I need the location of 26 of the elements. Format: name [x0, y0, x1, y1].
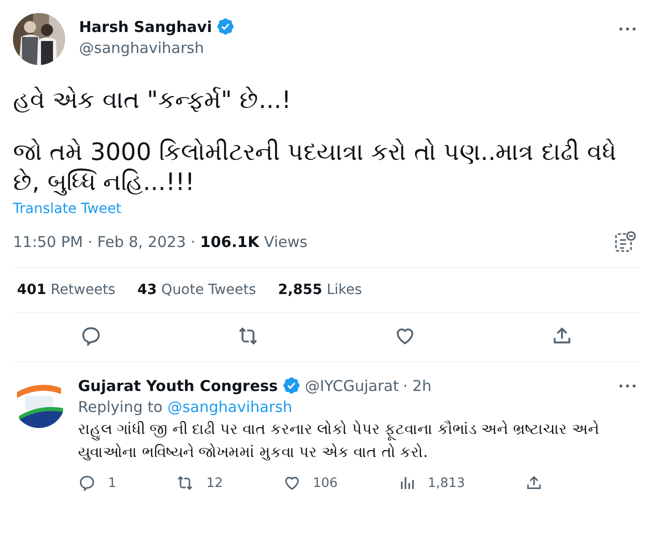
- engagement-count[interactable]: 2,855 Likes: [278, 282, 362, 298]
- retweet-icon[interactable]: [176, 474, 194, 492]
- author-handle[interactable]: @IYCGujarat: [304, 376, 399, 394]
- like-icon[interactable]: [282, 474, 301, 492]
- tweet-timestamp: 11:50 PM · Feb 8, 2023 · 106.1K Views: [13, 233, 308, 251]
- analytics-icon[interactable]: [614, 231, 636, 253]
- action-count: 106: [312, 476, 338, 490]
- tweet-text: જો તમે 3000 કિલોમીટરની પદયાત્રા કરો તો પણ..માત્ર દાઢી વધે છે, બુધ્ધિ નહિ...!!!: [13, 137, 617, 197]
- share-icon[interactable]: [525, 474, 543, 492]
- action-count: 1,813: [428, 476, 465, 490]
- author-name[interactable]: Harsh Sanghavi: [79, 18, 212, 36]
- reply-icon[interactable]: [80, 325, 102, 347]
- more-icon[interactable]: [619, 27, 636, 31]
- more-icon[interactable]: [619, 384, 636, 388]
- action-count: 1: [108, 476, 116, 490]
- tweet-text: હવે એક વાત "કન્ફર્મ" છે...!: [13, 85, 292, 115]
- reply-time: · 2h: [402, 376, 432, 394]
- replying-to-text: Replying to @sanghaviharsh: [78, 398, 294, 416]
- author-handle[interactable]: @sanghaviharsh: [79, 39, 605, 57]
- author-name[interactable]: Gujarat Youth Congress: [78, 376, 278, 394]
- action-count: 12: [206, 476, 223, 490]
- engagement-count[interactable]: 401 Retweets: [17, 282, 116, 298]
- engagement-count[interactable]: 43 Quote Tweets: [137, 282, 256, 298]
- reply-icon[interactable]: [78, 474, 96, 492]
- reply-text: રાહુલ ગાંધી જી ની દાઢી પર વાત કરનાર લોકો પેપર ફૂટવાના કૌભાંડ અને ભ્રષ્ટાચાર અને યુવાઓના ભવિષ્યને જોખમમાં મુકવા પર એક વાત તો કરો.: [78, 419, 600, 463]
- retweet-icon[interactable]: [237, 325, 260, 347]
